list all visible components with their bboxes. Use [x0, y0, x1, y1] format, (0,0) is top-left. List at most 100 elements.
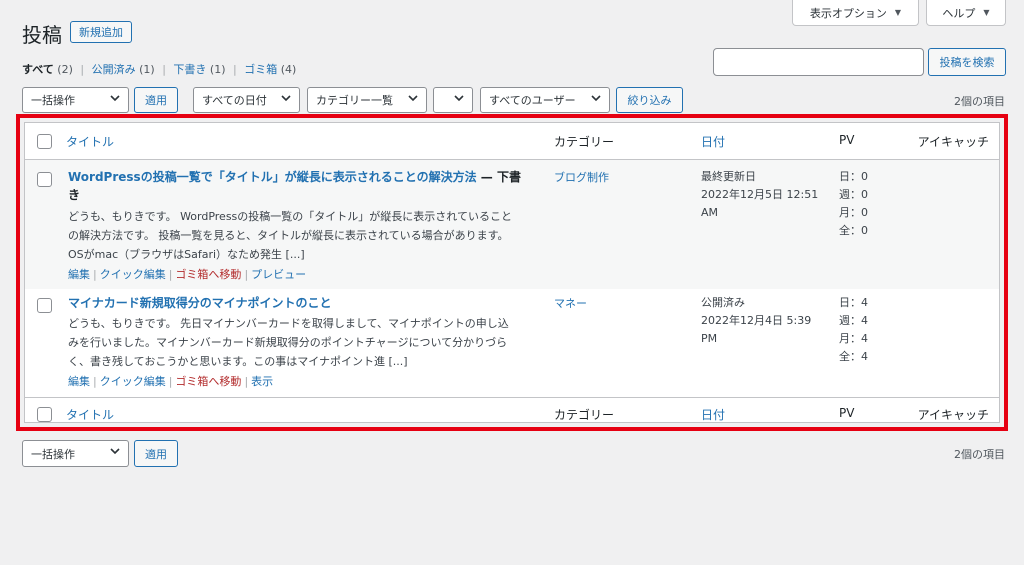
chevron-down-icon [281, 95, 291, 102]
view-publish-link[interactable]: 公開済み [92, 63, 136, 76]
pv-week: 週：0 [839, 188, 868, 201]
table-row: マイナカード新規取得分のマイナポイントのこと どうも、もりきです。 先日マイナン… [25, 289, 999, 397]
date-status: 公開済み [701, 296, 745, 309]
screen-options-button[interactable]: 表示オプション ▼ [792, 0, 919, 26]
column-thumbnail-header: アイキャッチ [917, 135, 989, 149]
excerpt-line: みを行いました。マイナンバーカード新規取得分のポイントチャージについて分かりづら [68, 336, 508, 349]
post-state-wrap: き [68, 188, 81, 202]
add-new-button[interactable]: 新規追加 [70, 21, 132, 43]
highlight-frame: タイトル カテゴリー 日付 PV アイキャッチ WordPressの投稿一覧で「… [16, 114, 1008, 431]
column-title-header[interactable]: タイトル [66, 133, 114, 150]
excerpt-line: どうも、もりきです。 WordPressの投稿一覧の「タイトル」が縦長に表示され… [68, 210, 512, 223]
chevron-down-icon [454, 95, 464, 102]
user-filter-select[interactable]: すべてのユーザー [480, 87, 610, 113]
item-count-top: 2個の項目 [954, 95, 1005, 108]
view-trash-link[interactable]: ゴミ箱 [244, 63, 277, 76]
column-pv-header: PV [839, 133, 855, 147]
row-checkbox[interactable] [37, 298, 52, 313]
date-filter-select[interactable]: すべての日付 [193, 87, 300, 113]
trash-link[interactable]: ゴミ箱へ移動 [175, 375, 241, 388]
view-separator: | [80, 63, 85, 76]
post-title-link[interactable]: WordPressの投稿一覧で「タイトル」が縦長に表示されることの解決方法 — … [68, 168, 538, 204]
date-value: 2022年12月4日 5:39 [701, 314, 812, 327]
column-date-footer[interactable]: 日付 [701, 406, 725, 423]
page-title: 投稿 [22, 23, 62, 47]
search-posts-button[interactable]: 投稿を検索 [928, 48, 1006, 76]
post-state: — 下書 [476, 170, 521, 184]
select-all-checkbox-footer[interactable] [37, 407, 52, 422]
chevron-down-icon [110, 95, 120, 102]
pv-day: 日：0 [839, 170, 868, 183]
excerpt-line: どうも、もりきです。 先日マイナンバーカードを取得しまして、マイナポイントの申し… [68, 317, 509, 330]
item-count-bottom: 2個の項目 [954, 448, 1005, 461]
pv-total: 全：4 [839, 350, 868, 363]
post-excerpt: どうも、もりきです。 WordPressの投稿一覧の「タイトル」が縦長に表示され… [68, 207, 538, 264]
column-date-header[interactable]: 日付 [701, 133, 725, 150]
excerpt-line: OSがmac（ブラウザはSafari）なため発生 [...] [68, 248, 305, 261]
post-date: 公開済み 2022年12月4日 5:39 PM [701, 294, 811, 348]
date-status: 最終更新日 [701, 170, 756, 183]
post-category-link[interactable]: ブログ制作 [554, 169, 609, 185]
date-filter-value: すべての日付 [202, 94, 267, 107]
bulk-action-select-bottom[interactable]: 一括操作 [22, 440, 129, 467]
table-footer: タイトル カテゴリー 日付 PV アイキャッチ [25, 397, 999, 430]
caret-down-icon: ▼ [894, 8, 902, 17]
pv-week: 週：4 [839, 314, 868, 327]
action-separator: | [244, 268, 249, 281]
preview-link[interactable]: プレビュー [251, 268, 306, 281]
excerpt-line: の解決方法です。 投稿一覧を見ると、タイトルが縦長に表示されている場合があります… [68, 229, 509, 242]
date-value: 2022年12月5日 12:51 [701, 188, 819, 201]
post-date: 最終更新日 2022年12月5日 12:51 AM [701, 168, 818, 222]
help-button[interactable]: ヘルプ ▼ [926, 0, 1006, 26]
view-draft-link[interactable]: 下書き [173, 63, 206, 76]
post-title-text: マイナカード新規取得分のマイナポイントのこと [68, 296, 332, 310]
excerpt-line: く、書き残しておこうかと思います。この事はマイナポイント進 [...] [68, 355, 408, 368]
action-separator: | [93, 268, 97, 281]
category-filter-value: カテゴリー一覧 [316, 94, 393, 107]
trash-link[interactable]: ゴミ箱へ移動 [175, 268, 241, 281]
action-separator: | [168, 375, 173, 388]
view-publish-count: (1) [139, 63, 155, 76]
view-trash-count: (4) [280, 63, 297, 76]
bulk-action-select[interactable]: 一括操作 [22, 87, 129, 113]
help-label: ヘルプ [942, 6, 976, 20]
post-excerpt: どうも、もりきです。 先日マイナンバーカードを取得しまして、マイナポイントの申し… [68, 314, 538, 371]
view-all-link[interactable]: すべて [22, 63, 54, 76]
caret-down-icon: ▼ [983, 8, 990, 17]
chevron-down-icon [591, 95, 601, 102]
column-title-footer[interactable]: タイトル [66, 406, 114, 423]
apply-button-bottom[interactable]: 適用 [134, 440, 178, 467]
edit-link[interactable]: 編集 [68, 268, 90, 281]
filter-button[interactable]: 絞り込み [616, 87, 683, 113]
quick-edit-link[interactable]: クイック編集 [100, 375, 166, 388]
row-actions: 編集 | クイック編集 | ゴミ箱へ移動 | 表示 [68, 373, 273, 389]
table-row: WordPressの投稿一覧で「タイトル」が縦長に表示されることの解決方法 — … [25, 160, 999, 289]
row-checkbox[interactable] [37, 172, 52, 187]
action-separator: | [168, 268, 173, 281]
select-all-checkbox[interactable] [37, 134, 52, 149]
view-draft-count: (1) [209, 63, 226, 76]
quick-edit-link[interactable]: クイック編集 [100, 268, 166, 281]
bulk-action-value: 一括操作 [31, 447, 75, 461]
date-ampm: PM [701, 332, 718, 345]
column-category-footer: カテゴリー [554, 408, 615, 422]
post-pv: 日：0 週：0 月：0 全：0 [839, 168, 868, 240]
category-filter-select[interactable]: カテゴリー一覧 [307, 87, 427, 113]
date-ampm: AM [701, 206, 719, 219]
edit-link[interactable]: 編集 [68, 375, 90, 388]
action-separator: | [244, 375, 249, 388]
screen-options-label: 表示オプション [809, 6, 887, 20]
apply-button[interactable]: 適用 [134, 87, 178, 113]
view-link[interactable]: 表示 [251, 375, 273, 388]
post-category-link[interactable]: マネー [554, 295, 587, 311]
extra-filter-select[interactable] [433, 87, 473, 113]
view-separator: | [233, 63, 237, 76]
pv-month: 月：4 [839, 332, 868, 345]
row-actions: 編集 | クイック編集 | ゴミ箱へ移動 | プレビュー [68, 266, 306, 282]
bulk-action-value: 一括操作 [31, 94, 75, 107]
search-input[interactable] [713, 48, 924, 76]
post-title-link[interactable]: マイナカード新規取得分のマイナポイントのこと [68, 294, 538, 312]
view-all-count: (2) [57, 63, 73, 76]
column-pv-footer: PV [839, 406, 855, 420]
chevron-down-icon [408, 95, 418, 102]
